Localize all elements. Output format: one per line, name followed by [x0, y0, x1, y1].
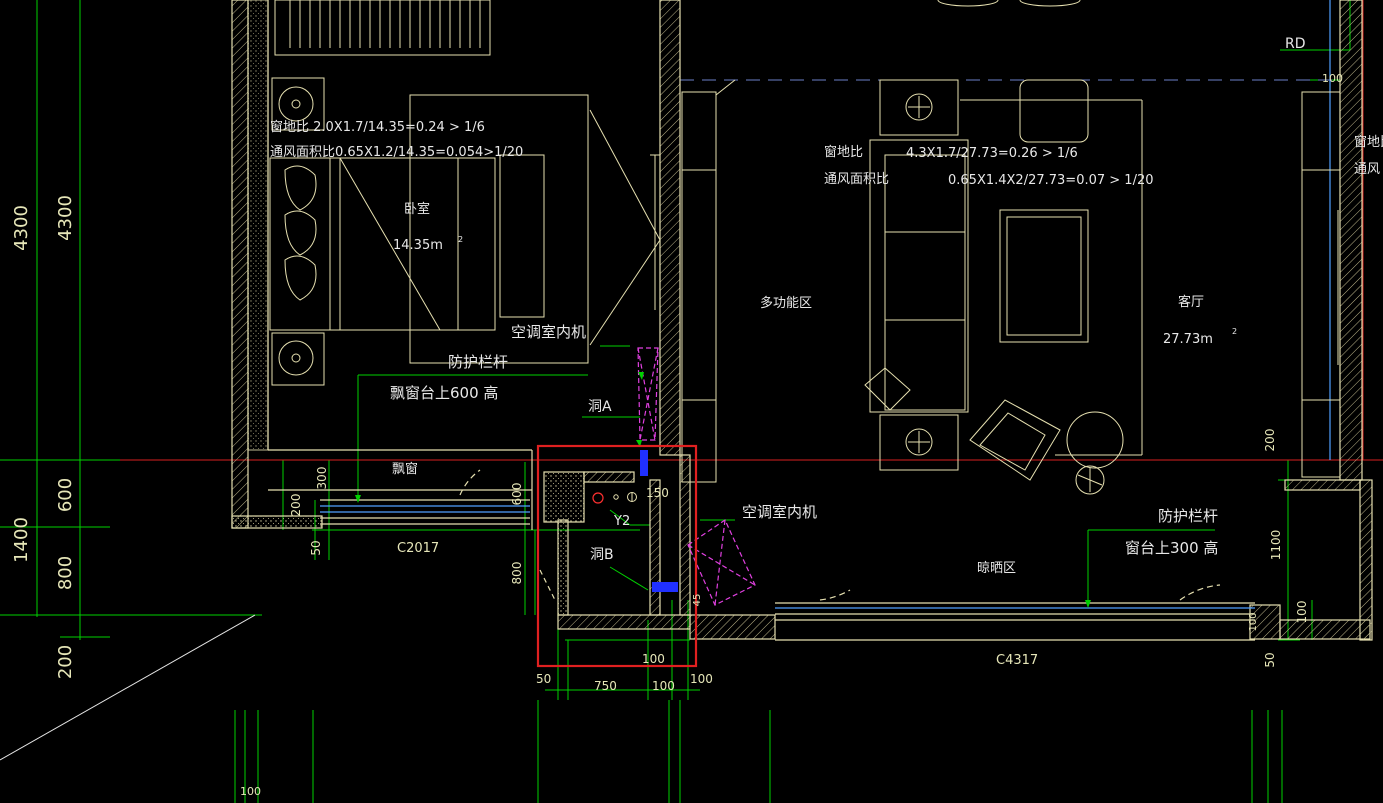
living-name: 客厅	[1178, 294, 1204, 310]
dim-4300-b: 4300	[55, 195, 76, 241]
dim-b100a: 100	[652, 679, 675, 693]
bedroom-name: 卧室	[404, 201, 430, 217]
window-c2017: C2017	[397, 541, 439, 556]
living-ratio-1-value: 4.3X1.7/27.73=0.26 > 1/6	[906, 146, 1078, 161]
dim-r100-top: 100	[1322, 72, 1343, 85]
opening-a-label: 洞A	[588, 399, 612, 415]
dim-300: 300	[315, 467, 329, 490]
bedroom-ratio-1: 窗地比 2.0X1.7/14.35=0.24 > 1/6	[270, 119, 485, 135]
dim-4300-a: 4300	[11, 205, 32, 251]
bay-window-label: 飘窗	[392, 461, 418, 477]
dim-r100b: 100	[1248, 612, 1259, 631]
living-ratio-2: 通风面积比	[824, 172, 889, 187]
ac-unit-label: 空调室内机	[511, 323, 586, 341]
dim-100-box: 100	[642, 652, 665, 666]
dim-bot100: 100	[240, 785, 261, 798]
living-furniture	[650, 0, 1341, 495]
cad-floor-plan: 窗地比 2.0X1.7/14.35=0.24 > 1/6 通风面积比0.65X1…	[0, 0, 1383, 803]
living-area-sup: 2	[1232, 327, 1237, 336]
dim-r200: 200	[1263, 429, 1277, 452]
living-ratio-1: 窗地比	[824, 144, 863, 160]
guardrail-label: 防护栏杆	[448, 353, 508, 371]
dim-1400: 1400	[11, 517, 32, 563]
dim-600-small: 600	[510, 483, 524, 506]
dim-b100b: 100	[690, 672, 713, 686]
opening-b-label: 洞B	[590, 547, 614, 563]
dim-200: 200	[55, 645, 76, 679]
bay-sill-label: 飘窗台上600 高	[390, 384, 498, 402]
right-cut-text-1: 窗地比	[1354, 134, 1383, 150]
dim-200-small: 200	[289, 494, 303, 517]
room-labels: 窗地比 2.0X1.7/14.35=0.24 > 1/6 通风面积比0.65X1…	[270, 36, 1383, 668]
sill-label-2: 窗台上300 高	[1125, 539, 1218, 557]
living-ratio-2-value: 0.65X1.4X2/27.73=0.07 > 1/20	[948, 173, 1154, 188]
drying-zone-label: 晾晒区	[977, 560, 1016, 576]
drain-pipe-symbols	[592, 492, 637, 504]
window-c4317: C4317	[996, 653, 1038, 668]
dim-50: 50	[309, 540, 323, 555]
dim-r1100: 1100	[1269, 530, 1283, 561]
diagonal-edge-line	[0, 614, 256, 761]
bedroom-area: 14.35m	[393, 238, 443, 253]
guardrail-label-2: 防护栏杆	[1158, 507, 1218, 525]
dim-150: 150	[646, 486, 669, 500]
pipe-y2-label: Y2	[613, 514, 630, 529]
right-cut-text-2: 通风	[1354, 162, 1380, 177]
rd-label: RD	[1285, 36, 1306, 52]
dim-45: 45	[692, 594, 703, 607]
axis-lines	[120, 0, 1383, 461]
dim-800: 800	[55, 556, 76, 590]
living-area: 27.73m	[1163, 332, 1213, 347]
dim-r100: 100	[1295, 601, 1309, 624]
bedroom-furniture	[269, 0, 661, 386]
dim-b50: 50	[536, 672, 551, 686]
bedroom-area-sup: 2	[458, 235, 463, 244]
dim-800-small: 800	[510, 562, 524, 585]
multi-zone-label: 多功能区	[760, 295, 812, 311]
dim-600: 600	[55, 478, 76, 512]
ac-unit-label-2: 空调室内机	[742, 503, 817, 521]
bedroom-ratio-2: 通风面积比0.65X1.2/14.35=0.054>1/20	[270, 145, 523, 160]
dim-r50: 50	[1263, 652, 1277, 667]
dim-b750: 750	[594, 679, 617, 693]
